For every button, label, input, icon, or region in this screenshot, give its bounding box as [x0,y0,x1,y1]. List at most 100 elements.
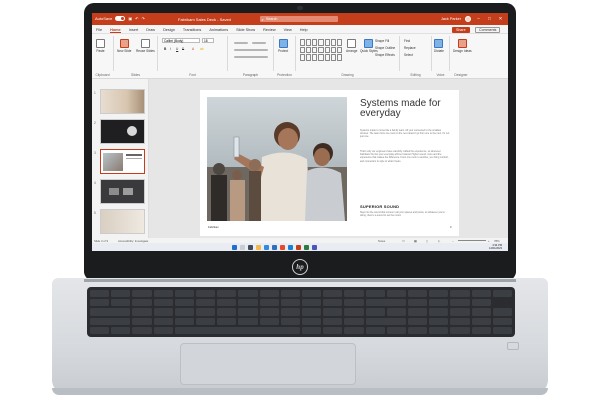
quick-styles-icon [364,39,374,48]
dictate-button[interactable]: Dictate [434,39,444,53]
keyboard-key [280,317,300,325]
keyboard-key [492,308,512,316]
slideshow-icon[interactable]: ▷ [438,239,440,243]
paste-icon [96,39,105,48]
keyboard-key [323,290,343,298]
slide-thumbnail-pane: 1 2 3 4 5 [92,79,149,239]
undo-icon[interactable]: ↶ [135,16,138,21]
close-icon[interactable]: ✕ [497,16,504,22]
view-normal-icon[interactable]: ▭ [402,239,405,243]
office-icon[interactable] [280,244,285,250]
zoom-level[interactable]: 78% [494,239,500,243]
slide-thumbnail[interactable] [100,209,145,234]
underline-icon[interactable]: U [176,47,178,51]
excel-icon[interactable] [304,244,309,250]
bold-icon[interactable]: B [164,47,166,51]
view-reading-icon[interactable]: ▯ [426,239,428,243]
slide-thumbnail[interactable] [100,119,145,144]
avatar[interactable] [465,15,471,22]
new-slide-button[interactable]: New Slide [117,39,131,53]
tab-help[interactable]: Help [300,28,308,34]
slide-paragraph[interactable]: That's why our engineers have carefully … [360,150,450,163]
tab-transitions[interactable]: Transitions [183,28,201,34]
keyboard-key [174,317,194,325]
tab-review[interactable]: Review [263,28,275,34]
slide-thumbnail-selected[interactable] [100,149,145,174]
share-button[interactable]: Share [452,26,470,33]
slide-thumbnail[interactable] [100,89,145,114]
powerpoint-icon[interactable] [296,244,301,250]
highlight-icon[interactable]: ab [200,47,204,51]
redo-icon[interactable]: ↷ [142,16,145,21]
zoom-slider[interactable] [458,240,486,241]
paste-button[interactable]: Paste [96,39,105,53]
store-icon[interactable] [272,244,277,250]
start-icon[interactable] [232,244,237,250]
keyboard-key [238,299,258,307]
outlook-icon[interactable] [288,244,293,250]
comments-button[interactable]: Comments [475,26,501,33]
tab-slide-show[interactable]: Slide Show [236,28,255,34]
slide-title[interactable]: Systems made for everyday [360,99,456,119]
accessibility-status[interactable]: Accessibility: Investigate [118,239,148,243]
keyboard-key [174,326,300,334]
document-title: Fabrikam Sales Deck - Saved [178,16,231,22]
keyboard-key [386,326,406,334]
search-input[interactable]: ⌕ Search [260,16,338,22]
group-slides: New Slide Reuse Slides Slides [114,36,158,77]
shape-effects-button[interactable]: Shape Effects [375,53,395,57]
tab-home[interactable]: Home [110,28,121,33]
italic-icon[interactable]: I [170,47,171,51]
slide-paragraph[interactable]: Systems made to move like a family team.… [360,129,450,139]
tab-file[interactable]: File [96,28,102,34]
notes-button[interactable]: Notes [378,239,385,243]
slide-photo[interactable] [207,97,347,221]
user-name[interactable]: Jack Parker [441,17,461,21]
keyboard-key [365,326,385,334]
search-icon[interactable] [240,244,245,250]
shapes-gallery[interactable] [300,39,342,61]
file-explorer-icon[interactable] [256,244,261,250]
zoom-out-icon[interactable]: − [452,239,454,243]
reuse-slides-button[interactable]: Reuse Slides [136,39,155,53]
tab-design[interactable]: Design [163,28,175,34]
teams-icon[interactable] [312,244,317,250]
view-sorter-icon[interactable]: ▦ [414,239,417,243]
keyboard-key [386,290,406,298]
tab-draw[interactable]: Draw [146,28,155,34]
keyboard-key [471,308,491,316]
slide-editing-canvas[interactable]: Systems made for everyday Systems made t… [149,79,508,239]
slide-subheading[interactable]: SUPERIOR SOUND [360,204,399,209]
save-icon[interactable]: ▣ [128,16,132,21]
keyboard-key [238,317,258,325]
task-view-icon[interactable] [248,244,253,250]
tab-insert[interactable]: Insert [129,28,139,34]
protect-button[interactable]: Protect [278,39,288,53]
font-name-select[interactable]: Calibri (Body) [162,38,200,43]
find-button[interactable]: Find [404,39,410,43]
taskbar-clock[interactable]: 4:34 PM 12/01/2023 [489,244,502,250]
shape-outline-button[interactable]: Shape Outline [375,46,395,50]
maximize-icon[interactable]: □ [486,16,493,21]
design-ideas-button[interactable]: Design Ideas [453,39,472,53]
minimize-icon[interactable]: – [475,16,482,21]
keyboard-key [323,299,343,307]
font-size-select[interactable]: 18 [202,38,214,43]
keyboard-key [429,326,449,334]
slide-paragraph[interactable]: Step into the sound that comes in all yo… [360,211,450,217]
autosave-toggle[interactable] [115,16,126,21]
replace-button[interactable]: Replace [404,46,416,50]
edge-icon[interactable] [264,244,269,250]
strikethrough-icon[interactable]: S [182,47,184,51]
current-slide[interactable]: Systems made for everyday Systems made t… [200,90,459,236]
arrange-button[interactable]: Arrange [346,39,357,53]
keyboard-key [450,317,470,325]
select-button[interactable]: Select [404,53,413,57]
font-color-icon[interactable]: A [192,47,194,51]
shape-fill-button[interactable]: Shape Fill [375,39,389,43]
tab-animations[interactable]: Animations [209,28,228,34]
zoom-in-icon[interactable]: + [488,239,490,243]
slide-thumbnail[interactable] [100,179,145,204]
tab-view[interactable]: View [284,28,292,34]
group-clipboard: Paste Clipboard [92,36,114,77]
